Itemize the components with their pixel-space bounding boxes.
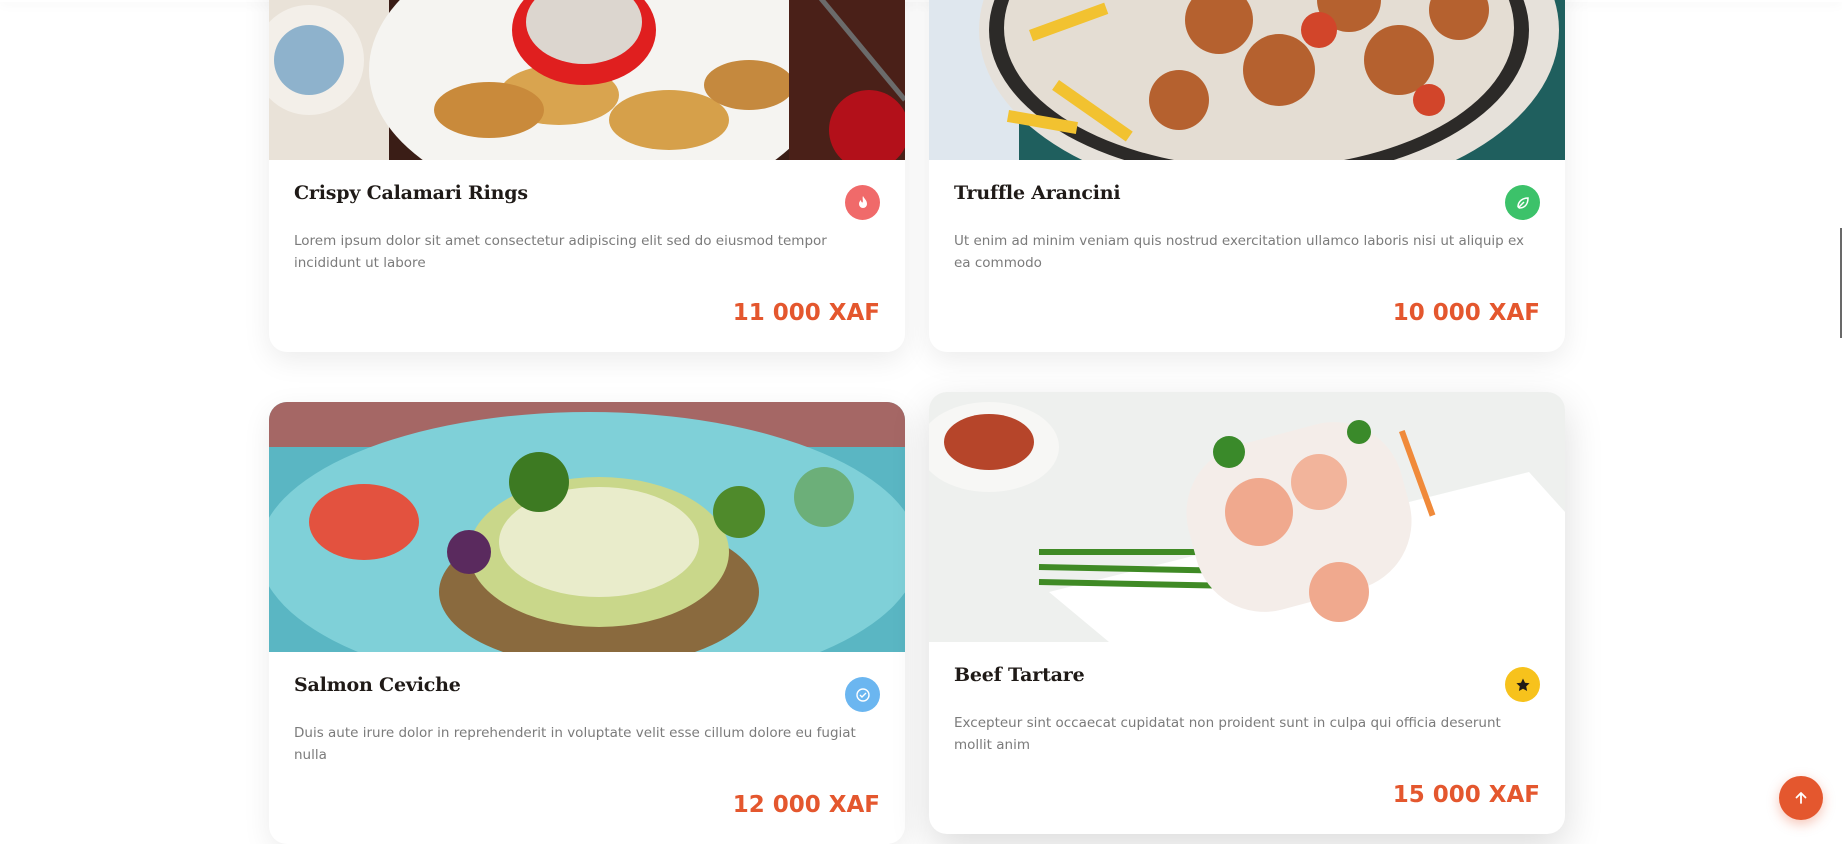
dish-name: Beef Tartare <box>954 664 1085 686</box>
dish-image-calamari <box>269 0 905 160</box>
dish-description: Lorem ipsum dolor sit amet consectetur a… <box>294 233 827 271</box>
menu-card-calamari[interactable]: Crispy Calamari Rings Lorem ipsum dolor … <box>269 0 905 352</box>
flame-icon <box>858 195 867 208</box>
chef-special-badge <box>1505 667 1540 702</box>
spicy-badge <box>845 185 880 220</box>
dish-price: 12 000 XAF <box>732 792 880 818</box>
menu-card-ceviche[interactable]: Salmon Ceviche Duis aute irure dolor in … <box>269 402 905 844</box>
menu-card-arancini[interactable]: Truffle Arancini Ut enim ad minim veniam… <box>929 0 1565 352</box>
signature-badge <box>845 677 880 712</box>
dish-name: Crispy Calamari Rings <box>294 182 528 204</box>
dish-name: Truffle Arancini <box>954 182 1121 204</box>
dish-description: Excepteur sint occaecat cupidatat non pr… <box>954 715 1501 753</box>
star-icon <box>1515 678 1530 691</box>
menu-card-tartare[interactable]: Beef Tartare Excepteur sint occaecat cup… <box>929 392 1565 834</box>
dish-price: 15 000 XAF <box>1392 782 1540 808</box>
dish-image-tartare <box>929 392 1565 642</box>
dish-image-arancini <box>929 0 1565 160</box>
arrow-up-icon <box>1795 792 1807 804</box>
scroll-to-top-button[interactable] <box>1779 776 1823 820</box>
dish-name: Salmon Ceviche <box>294 674 461 696</box>
dish-image-ceviche <box>269 402 905 652</box>
check-circle-icon <box>855 687 870 702</box>
leaf-icon <box>1516 196 1529 209</box>
dish-price: 11 000 XAF <box>732 300 880 326</box>
dish-description: Duis aute irure dolor in reprehenderit i… <box>294 725 856 763</box>
dish-price: 10 000 XAF <box>1392 300 1540 326</box>
dish-description: Ut enim ad minim veniam quis nostrud exe… <box>954 233 1525 271</box>
vegan-badge <box>1505 185 1540 220</box>
